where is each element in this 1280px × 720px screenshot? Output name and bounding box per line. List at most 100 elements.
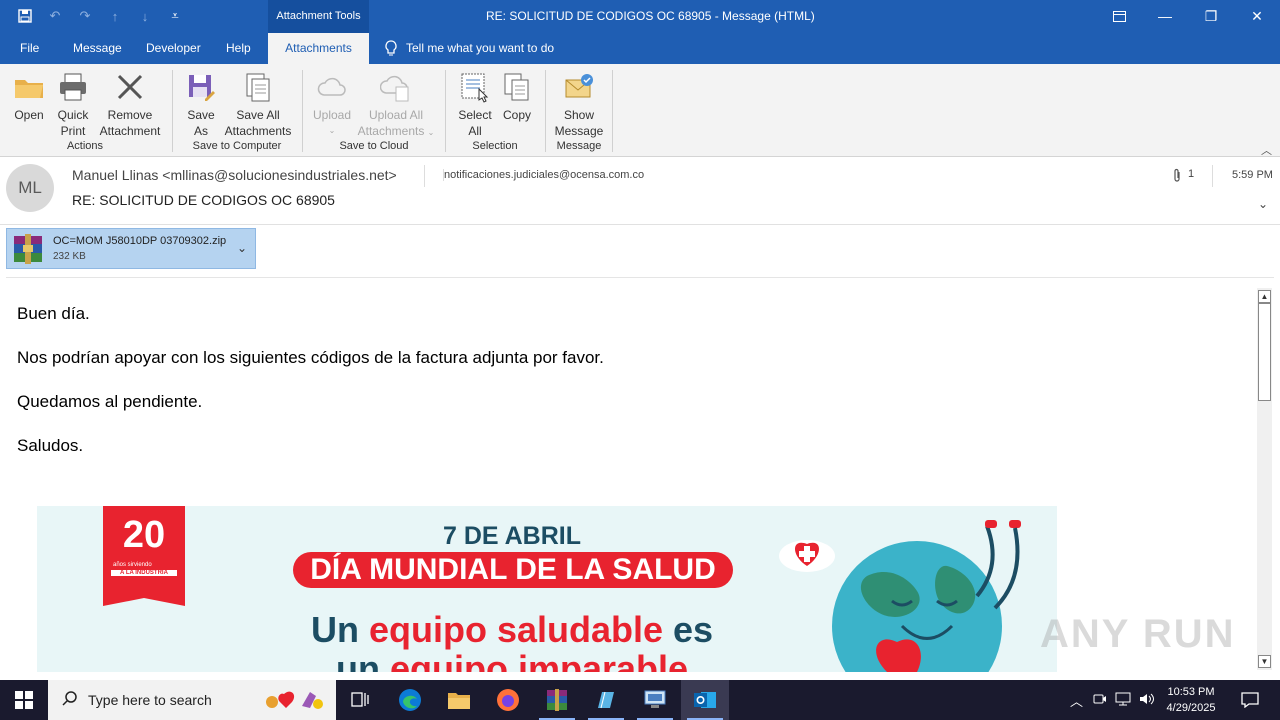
ribbon-tabs: File Message Developer Help Attachments … — [0, 33, 1280, 64]
winrar-taskbar-icon[interactable] — [533, 680, 581, 720]
attachment-dropdown-icon[interactable]: ⌄ — [237, 241, 247, 255]
ribbon-separator — [302, 70, 303, 152]
previous-item-icon[interactable]: ↑ — [104, 6, 126, 26]
ribbon-separator — [545, 70, 546, 152]
recipient[interactable]: notificaciones.judiciales@ocensa.com.co — [443, 169, 644, 181]
save-icon[interactable] — [14, 6, 36, 26]
firefox-icon[interactable] — [484, 680, 532, 720]
group-save-to-cloud-label: Save to Cloud — [339, 140, 409, 152]
tab-help[interactable]: Help — [226, 41, 251, 55]
group-actions-label: Actions — [66, 140, 104, 152]
slogan-text: es — [663, 609, 714, 650]
vertical-scrollbar[interactable]: ▲ ▼ — [1257, 288, 1272, 670]
quick-access-toolbar: ↶ ↷ ↑ ↓ ⩡ — [14, 6, 186, 26]
system-tray: ︿ — [1070, 680, 1155, 720]
taskbar-search-box[interactable]: Type here to search — [48, 680, 336, 720]
slogan-highlight: equipo saludable — [368, 609, 663, 650]
clock-date: 4/29/2025 — [1166, 702, 1216, 714]
quick-print-label-2: Print — [60, 124, 86, 138]
window-title: RE: SOLICITUD DE CODIGOS OC 68905 - Mess… — [486, 9, 815, 23]
tab-attachments[interactable]: Attachments — [268, 33, 369, 64]
remove-label-1: Remove — [107, 108, 153, 122]
subject: RE: SOLICITUD DE CODIGOS OC 68905 — [72, 192, 335, 208]
paperclip-icon — [1172, 168, 1182, 186]
edge-browser-icon[interactable] — [386, 680, 434, 720]
copy-button[interactable]: Copy — [498, 68, 536, 123]
body-line: Quedamos al pendiente. — [17, 392, 203, 411]
volume-icon[interactable] — [1139, 692, 1155, 709]
remote-desktop-icon[interactable] — [631, 680, 679, 720]
ribbon-separator — [445, 70, 446, 152]
search-placeholder: Type here to search — [88, 692, 212, 708]
notepad-icon[interactable] — [582, 680, 630, 720]
close-icon[interactable]: ✕ — [1234, 0, 1280, 32]
attachment-tools-label: Attachment Tools — [268, 0, 369, 33]
task-view-icon[interactable] — [336, 680, 384, 720]
upload-all-label-1: Upload All — [368, 108, 424, 122]
save-as-label-1: Save — [187, 108, 215, 122]
customize-toolbar-icon[interactable]: ⩡ — [164, 6, 186, 26]
sender[interactable]: Manuel Llinas <mllinas@solucionesindustr… — [72, 167, 397, 183]
header-divider — [1212, 165, 1213, 187]
save-as-label-2: As — [193, 124, 208, 138]
health-day-banner: 20 años sirviendo A LA INDUSTRIA 7 DE AB… — [37, 506, 1057, 672]
group-selection-label: Selection — [472, 140, 518, 152]
tab-message[interactable]: Message — [73, 41, 122, 55]
save-all-label-1: Save All — [236, 108, 280, 122]
taskbar: Type here to search ︿ 10:53 PM 4/29/2025 — [0, 680, 1280, 720]
expand-header-icon[interactable]: ⌄ — [1258, 197, 1268, 211]
remove-label-2: Attachment — [99, 124, 161, 138]
remove-attachment-button[interactable]: Remove Attachment — [96, 68, 164, 139]
tell-me-text: Tell me what you want to do — [406, 41, 555, 55]
save-all-attachments-button[interactable]: Save All Attachments — [222, 68, 294, 139]
attachment-size: 232 KB — [53, 251, 86, 262]
copy-icon — [501, 71, 533, 103]
collapse-ribbon-icon[interactable]: ︿ — [1261, 142, 1272, 158]
scroll-up-icon[interactable]: ▲ — [1258, 290, 1271, 303]
scroll-down-icon[interactable]: ▼ — [1258, 655, 1271, 668]
banner-headline: DÍA MUNDIAL DE LA SALUD — [293, 552, 733, 588]
upload-label: Upload — [312, 108, 352, 122]
received-time: 5:59 PM — [1232, 169, 1273, 181]
tell-me-box[interactable]: Tell me what you want to do — [384, 40, 554, 56]
tab-developer[interactable]: Developer — [146, 41, 201, 55]
ribbon: Open Quick Print Remove Attachment Actio… — [0, 64, 1280, 157]
ribbon-separator — [612, 70, 613, 152]
upload-all-attachments-button[interactable]: Upload All Attachments ⌄ — [354, 68, 438, 141]
file-explorer-icon[interactable] — [435, 680, 483, 720]
body-line: Buen día. — [17, 304, 90, 323]
undo-icon[interactable]: ↶ — [44, 6, 66, 26]
upload-button[interactable]: Upload ⌄ — [310, 68, 354, 139]
meet-now-icon[interactable] — [1093, 692, 1107, 709]
tab-file[interactable]: File — [20, 41, 39, 55]
redo-icon[interactable]: ↷ — [74, 6, 96, 26]
quick-print-button[interactable]: Quick Print — [52, 68, 94, 139]
body-line: Nos podrían apoyar con los siguientes có… — [17, 348, 604, 367]
restore-icon[interactable]: ❐ — [1188, 0, 1234, 32]
next-item-icon[interactable]: ↓ — [134, 6, 156, 26]
upload-all-label-2: Attachments — [357, 124, 425, 138]
open-label: Open — [14, 108, 44, 122]
clock-time: 10:53 PM — [1167, 686, 1215, 698]
windows-start-icon[interactable] — [0, 680, 48, 720]
taskbar-clock[interactable]: 10:53 PM 4/29/2025 — [1160, 684, 1222, 716]
anyrun-watermark: ANY RUN — [1040, 612, 1236, 656]
show-hidden-icons-icon[interactable]: ︿ — [1070, 691, 1083, 710]
open-button[interactable]: Open — [8, 68, 50, 123]
show-message-button[interactable]: Show Message — [554, 68, 604, 139]
outlook-icon[interactable] — [681, 680, 729, 720]
ribbon-separator — [172, 70, 173, 152]
notifications-icon[interactable] — [1226, 680, 1274, 720]
save-as-button[interactable]: Save As — [182, 68, 220, 139]
printer-icon — [57, 71, 89, 103]
save-all-label-2: Attachments — [224, 124, 292, 138]
network-icon[interactable] — [1115, 692, 1131, 709]
attachment-item[interactable]: OC=MOM J58010DP 03709302.zip 232 KB ⌄ — [6, 228, 256, 269]
copy-label: Copy — [502, 108, 531, 122]
select-all-button[interactable]: Select All — [454, 68, 496, 139]
minimize-icon[interactable]: — — [1142, 0, 1188, 32]
remove-x-icon — [114, 71, 146, 103]
select-all-label-1: Select — [458, 108, 492, 122]
ribbon-display-options-icon[interactable] — [1096, 0, 1142, 32]
scrollbar-thumb[interactable] — [1258, 303, 1271, 401]
